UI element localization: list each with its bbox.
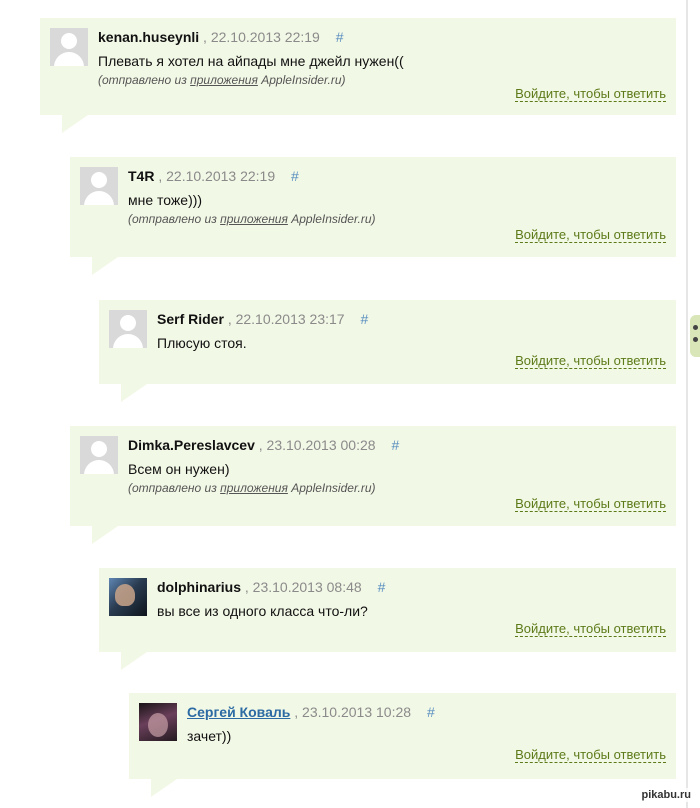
comment-author[interactable]: Serf Rider [157,311,224,327]
comment-text: мне тоже))) [128,192,203,208]
bubble-tail [151,779,177,797]
comment-meta: T4R , 22.10.2013 22:19 # [128,168,299,184]
comment-anchor-link[interactable]: # [427,704,435,720]
app-link[interactable]: приложения [190,73,258,87]
comment: T4R , 22.10.2013 22:19 # мне тоже))) (от… [70,157,676,275]
avatar[interactable] [50,28,88,66]
comment-author[interactable]: dolphinarius [157,579,241,595]
page-edge-divider [686,0,688,808]
avatar[interactable] [139,703,177,741]
comment: dolphinarius , 23.10.2013 08:48 # вы все… [99,568,676,670]
app-link[interactable]: приложения [220,481,288,495]
comment-text: Плюсую стоя. [157,335,247,351]
comment-anchor-link[interactable]: # [360,311,368,327]
avatar[interactable] [80,436,118,474]
comment: Сергей Коваль , 23.10.2013 10:28 # зачет… [129,693,676,797]
comment-meta: dolphinarius , 23.10.2013 08:48 # [157,579,386,595]
comment: kenan.huseynli , 22.10.2013 22:19 # Плев… [40,18,676,133]
avatar[interactable] [80,167,118,205]
comment-meta: Сергей Коваль , 23.10.2013 10:28 # [187,704,435,720]
bubble-tail [62,115,88,133]
sent-from-note: (отправлено из приложения AppleInsider.r… [98,73,346,87]
comment-date: 22.10.2013 23:17 [235,311,345,327]
comment-date: 22.10.2013 22:19 [166,168,276,184]
bubble-tail [92,257,118,275]
comment-anchor-link[interactable]: # [378,579,386,595]
comment-date: 23.10.2013 10:28 [302,704,412,720]
sent-from-note: (отправлено из приложения AppleInsider.r… [128,212,376,226]
comment-anchor-link[interactable]: # [391,437,399,453]
comment-date: 23.10.2013 08:48 [252,579,362,595]
comment-anchor-link[interactable]: # [336,29,344,45]
bubble-tail [121,652,147,670]
avatar[interactable] [109,310,147,348]
comment-text: зачет)) [187,728,232,744]
comment-text: Плевать я хотел на айпады мне джейл нуже… [98,53,404,69]
comment-author-link[interactable]: Сергей Коваль [187,704,290,720]
comment-author[interactable]: Dimka.Pereslavcev [128,437,255,453]
app-link[interactable]: приложения [220,212,288,226]
comment-meta: kenan.huseynli , 22.10.2013 22:19 # [98,29,344,45]
comment-date: 22.10.2013 22:19 [210,29,320,45]
comment-author[interactable]: T4R [128,168,154,184]
comment-anchor-link[interactable]: # [291,168,299,184]
comment-text: Всем он нужен) [128,461,230,477]
login-to-reply-link[interactable]: Войдите, чтобы ответить [515,497,666,512]
login-to-reply-link[interactable]: Войдите, чтобы ответить [515,748,666,763]
login-to-reply-link[interactable]: Войдите, чтобы ответить [515,622,666,637]
comment-text: вы все из одного класса что-ли? [157,603,368,619]
comment-meta: Serf Rider , 22.10.2013 23:17 # [157,311,369,327]
comment-date: 23.10.2013 00:28 [266,437,376,453]
watermark: pikabu.ru [638,788,694,802]
login-to-reply-link[interactable]: Войдите, чтобы ответить [515,228,666,243]
sent-from-note: (отправлено из приложения AppleInsider.r… [128,481,376,495]
comment-thread: kenan.huseynli , 22.10.2013 22:19 # Плев… [0,0,700,808]
avatar[interactable] [109,578,147,616]
comment: Dimka.Pereslavcev , 23.10.2013 00:28 # В… [70,426,676,544]
login-to-reply-link[interactable]: Войдите, чтобы ответить [515,87,666,102]
comment-author[interactable]: kenan.huseynli [98,29,199,45]
comment-meta: Dimka.Pereslavcev , 23.10.2013 00:28 # [128,437,400,453]
bubble-tail [121,384,147,402]
bubble-tail [92,526,118,544]
comment: Serf Rider , 22.10.2013 23:17 # Плюсую с… [99,300,676,402]
login-to-reply-link[interactable]: Войдите, чтобы ответить [515,354,666,369]
side-widget-fragment [690,315,700,357]
